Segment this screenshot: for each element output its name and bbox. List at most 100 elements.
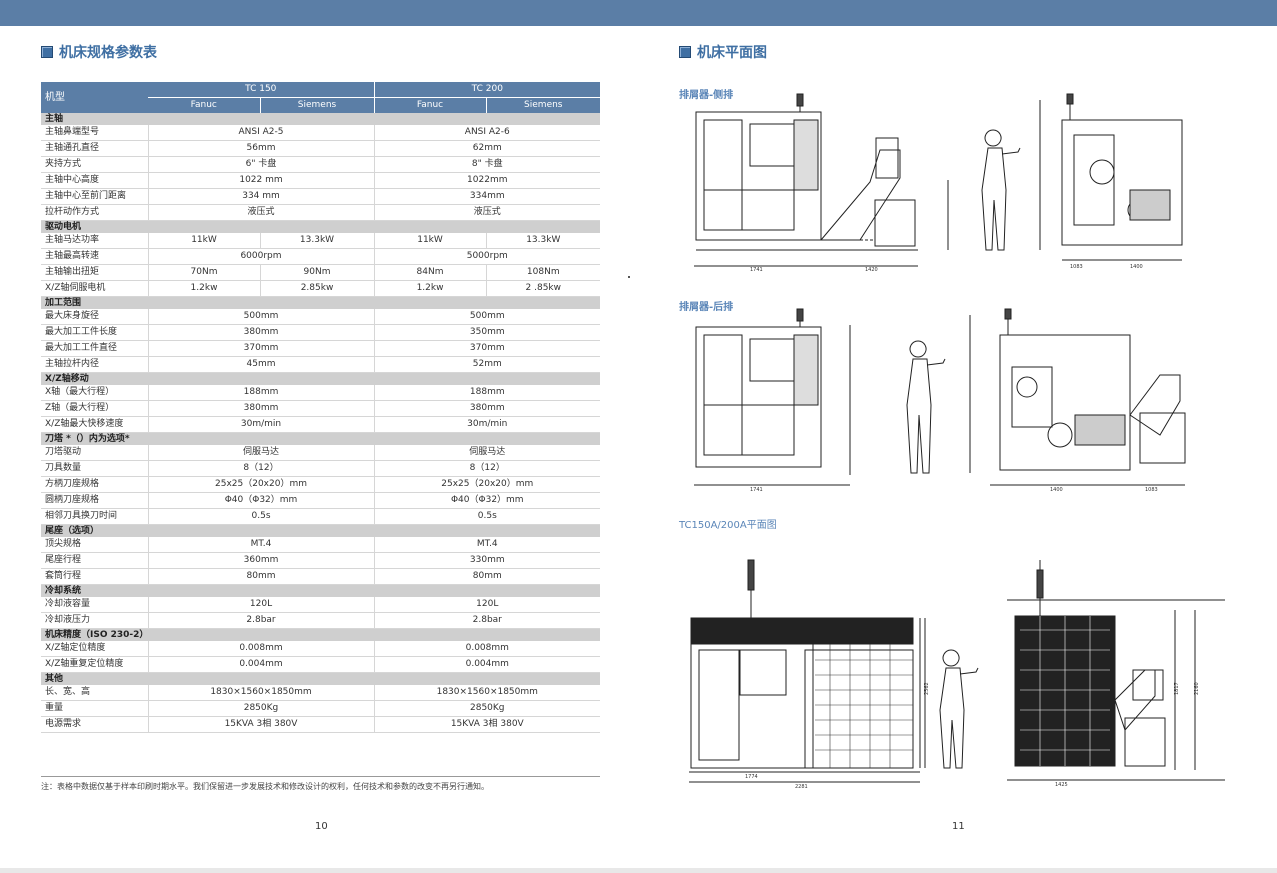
category-header: 驱动电机 <box>41 220 601 233</box>
category-header: 加工范围 <box>41 296 601 309</box>
side-chip-drawing: 1741 1420 1083 1400 <box>694 93 1183 273</box>
table-row: 长、宽、高 1830×1560×1850mm 1830×1560×1850mm <box>41 685 601 701</box>
row-label: X/Z轴重复定位精度 <box>41 656 149 673</box>
tc200-value: 334mm <box>374 188 601 205</box>
tc200-value: 80mm <box>374 568 601 585</box>
row-label: 重量 <box>41 700 149 717</box>
section-bullet-icon <box>41 46 53 58</box>
split-value: 2.85kw <box>260 280 375 297</box>
table-row: 方柄刀座规格 25x25（20x20）mm 25x25（20x20）mm <box>41 476 601 493</box>
tc200-value: 25x25（20x20）mm <box>374 476 601 493</box>
row-label: 主轴马达功率 <box>41 233 149 249</box>
tc200-value: 350mm <box>374 324 601 341</box>
tc200-value: 380mm <box>374 400 601 417</box>
row-label: 主轴中心至前门距离 <box>41 188 149 205</box>
dim-label: 1741 <box>750 267 763 273</box>
dim-label: 1420 <box>865 267 878 273</box>
tc150-value: 0.004mm <box>148 656 375 673</box>
tc200-value: Φ40（Φ32）mm <box>374 492 601 509</box>
tc150-value: 2850Kg <box>148 700 375 717</box>
brochure-spread: 机床规格参数表 机型 TC 150 TC 200 Fanuc Siemens F… <box>0 0 1277 868</box>
table-row: 主轴马达功率 11kW 13.3kW 11kW 13.3kW <box>41 233 601 249</box>
controller-header: Fanuc <box>148 97 261 113</box>
row-label: 主轴拉杆内径 <box>41 356 149 373</box>
tc150-value: 500mm <box>148 309 375 325</box>
tc200-value: 伺服马达 <box>374 445 601 461</box>
tc150-value: 伺服马达 <box>148 445 375 461</box>
table-row: 冷却液压力 2.8bar 2.8bar <box>41 612 601 629</box>
row-label: 顶尖规格 <box>41 537 149 553</box>
table-row: 主轴最高转速 6000rpm 5000rpm <box>41 248 601 265</box>
drawing-title-text: 机床平面图 <box>697 45 767 61</box>
tc150-value: Φ40（Φ32）mm <box>148 492 375 509</box>
dim-label: 2562 <box>924 682 930 695</box>
row-label: 最大加工工件直径 <box>41 340 149 357</box>
split-value: 11kW <box>148 233 261 249</box>
row-label: 最大床身旋径 <box>41 309 149 325</box>
table-row: 尾座行程 360mm 330mm <box>41 552 601 569</box>
tc150-value: MT.4 <box>148 537 375 553</box>
split-value: 84Nm <box>374 264 487 281</box>
tc150-value: 1022 mm <box>148 172 375 189</box>
dim-label: 1400 <box>1130 264 1143 270</box>
drawing-section-title: 机床平面图 <box>679 42 767 62</box>
tc200-value: 120L <box>374 597 601 613</box>
model-tc150-header: TC 150 <box>148 82 375 98</box>
controller-header: Siemens <box>486 97 601 113</box>
table-row: 套筒行程 80mm 80mm <box>41 568 601 585</box>
tc150-value: 25x25（20x20）mm <box>148 476 375 493</box>
tc150-value: 380mm <box>148 324 375 341</box>
tc200-value: 0.008mm <box>374 641 601 657</box>
model-tc200-header: TC 200 <box>374 82 601 98</box>
row-label: 主轴输出扭矩 <box>41 264 149 281</box>
table-row: 拉杆动作方式 液压式 液压式 <box>41 204 601 221</box>
table-row: 最大床身旋径 500mm 500mm <box>41 309 601 325</box>
tc150-value: 30m/min <box>148 416 375 433</box>
tc150-value: 80mm <box>148 568 375 585</box>
row-label: 最大加工工件长度 <box>41 324 149 341</box>
tc150-value: 380mm <box>148 400 375 417</box>
table-row: 最大加工工件直径 370mm 370mm <box>41 340 601 357</box>
tc150-value: ANSI A2-5 <box>148 125 375 141</box>
tc150-value: 2.8bar <box>148 612 375 629</box>
tc200-value: 330mm <box>374 552 601 569</box>
tc150-value: 0.5s <box>148 508 375 525</box>
row-label: 夹持方式 <box>41 156 149 173</box>
tc200-value: 0.5s <box>374 508 601 525</box>
row-label: X轴（最大行程） <box>41 385 149 401</box>
table-row: 顶尖规格 MT.4 MT.4 <box>41 537 601 553</box>
tc200-value: 2850Kg <box>374 700 601 717</box>
table-row: 相邻刀具换刀时间 0.5s 0.5s <box>41 508 601 525</box>
tc150-value: 334 mm <box>148 188 375 205</box>
controller-header: Fanuc <box>374 97 487 113</box>
tc200-value: 5000rpm <box>374 248 601 265</box>
table-row: X/Z轴最大快移速度 30m/min 30m/min <box>41 416 601 433</box>
category-header: 尾座（选项） <box>41 524 601 537</box>
tc150-value: 45mm <box>148 356 375 373</box>
dim-label: 1425 <box>1055 782 1068 788</box>
row-label: 套筒行程 <box>41 568 149 585</box>
controller-header: Siemens <box>260 97 375 113</box>
tc150-value: 6000rpm <box>148 248 375 265</box>
table-row: 冷却液容量 120L 120L <box>41 597 601 613</box>
spec-section-title: 机床规格参数表 <box>41 42 157 62</box>
section-bullet-icon <box>679 46 691 58</box>
tc150-value: 1830×1560×1850mm <box>148 685 375 701</box>
row-label: 刀塔驱动 <box>41 445 149 461</box>
tc150-value: 56mm <box>148 140 375 157</box>
tc200-value: 188mm <box>374 385 601 401</box>
table-row: X/Z轴重复定位精度 0.004mm 0.004mm <box>41 656 601 673</box>
model-header: 机型 <box>41 82 148 113</box>
tc150-value: 6" 卡盘 <box>148 156 375 173</box>
split-value: 70Nm <box>148 264 261 281</box>
table-row: Z轴（最大行程） 380mm 380mm <box>41 400 601 417</box>
dim-label: 2160 <box>1194 682 1200 695</box>
tc200-value: 液压式 <box>374 204 601 221</box>
tc200-value: 52mm <box>374 356 601 373</box>
row-label: 尾座行程 <box>41 552 149 569</box>
row-label: 拉杆动作方式 <box>41 204 149 221</box>
table-row: 刀具数量 8（12） 8（12） <box>41 460 601 477</box>
tc150-value: 188mm <box>148 385 375 401</box>
row-label: 刀具数量 <box>41 460 149 477</box>
dim-label: 1083 <box>1145 487 1158 493</box>
